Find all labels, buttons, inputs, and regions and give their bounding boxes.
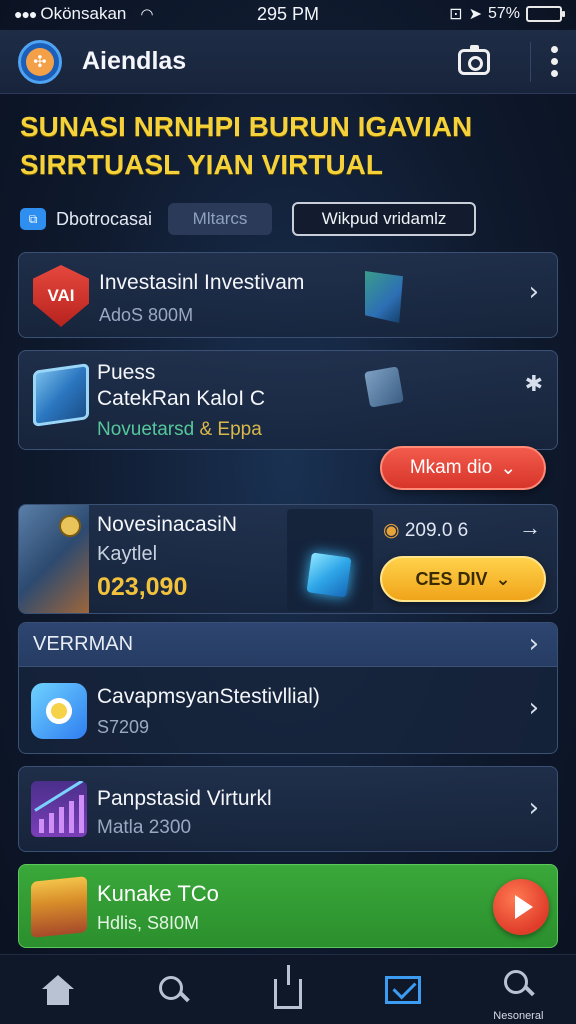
offer-amount: ◉ 209.0 6 xyxy=(383,519,468,542)
button-label: CES DIV xyxy=(415,568,488,589)
flag-icon xyxy=(365,271,403,323)
logo-icon: ✣ xyxy=(26,47,54,76)
card-subtitle: CatekRan KaloI C xyxy=(97,387,266,410)
headline-line-2: SIRRTUASL YIAN VIRTUAL xyxy=(20,149,383,180)
item-subtitle: S7209 xyxy=(97,717,150,737)
tab-share[interactable] xyxy=(248,958,328,1022)
search-icon xyxy=(504,969,532,998)
message-icon xyxy=(385,975,422,1004)
filter-chip-selected[interactable]: Wikpud vridamlz xyxy=(292,202,477,236)
chevron-down-icon: ⌄ xyxy=(495,568,511,589)
coin-glyph: ◉ xyxy=(383,520,405,541)
search-icon xyxy=(158,975,187,1004)
card-title: Kunake TCo xyxy=(97,881,219,906)
card-tagline: Novuetarsd & Eppa xyxy=(97,419,262,441)
card-value: 023,090 xyxy=(97,573,188,601)
tab-label: Nesoneral xyxy=(493,1009,544,1022)
amount-value: 209.0 6 xyxy=(404,520,469,541)
card-subtitle: AdoS 800M xyxy=(99,305,194,325)
card-title: Puess xyxy=(97,361,156,384)
offer-thumbnail xyxy=(19,505,89,613)
filter-chip[interactable]: Mltarcs xyxy=(168,203,273,235)
card-tag: Novuetarsd xyxy=(97,419,195,440)
tab-bar: Nesoneral xyxy=(0,954,576,1024)
section-header[interactable]: VERRMAN › xyxy=(19,623,557,667)
headline-line-1: SUNASI NRNHPI BURUN IGAVIAN xyxy=(20,111,473,142)
cube-icon xyxy=(306,552,352,598)
promo-card[interactable]: Kunake TCo Hdlis, S8I0M xyxy=(18,864,558,948)
chevron-right-icon[interactable]: › xyxy=(529,277,539,307)
tab-messages[interactable] xyxy=(363,958,443,1022)
box-icon xyxy=(33,363,89,427)
play-icon[interactable] xyxy=(493,879,549,935)
location-icon: ➤ xyxy=(468,6,482,23)
carrier-name: Okönsakan xyxy=(40,4,127,23)
section-card: VERRMAN › CavapmsyanStestivllial) S7209 … xyxy=(18,622,558,754)
signal-icon: ●●● xyxy=(14,6,37,22)
tab-search[interactable] xyxy=(133,958,213,1022)
battery-icon xyxy=(526,6,565,22)
home-icon xyxy=(41,974,74,1005)
card-subtitle: Hdlis, S8I0M xyxy=(97,913,200,933)
card-title: Panpstasid Virturkl xyxy=(97,787,272,810)
chart-icon xyxy=(31,781,87,837)
action-button-yellow[interactable]: CES DIV ⌄ xyxy=(380,556,546,602)
tab-home[interactable] xyxy=(18,958,98,1022)
arrow-right-icon[interactable]: → xyxy=(519,515,541,541)
flower-app-icon xyxy=(31,683,87,739)
carrier: ●●● Okönsakan ◠ xyxy=(14,4,153,24)
chevron-right-icon[interactable]: › xyxy=(529,629,539,659)
card-title: Investasinl Investivam xyxy=(99,271,305,294)
divider xyxy=(530,41,531,82)
catalog-card[interactable]: Puess CatekRan KaloI C Novuetarsd & Eppa… xyxy=(18,350,558,450)
chevron-right-icon[interactable]: › xyxy=(529,793,539,823)
share-icon xyxy=(273,964,302,1009)
filter-icon[interactable]: ⧉ xyxy=(20,208,46,230)
card-subtitle: Kaytlel xyxy=(97,543,158,565)
gem-icon xyxy=(364,366,404,408)
stack-icon xyxy=(31,876,87,938)
card-title: NovesinacasiN xyxy=(97,513,238,536)
shield-icon: VAI xyxy=(33,265,89,327)
section-title: VERRMAN xyxy=(33,633,134,655)
card-subtitle: Matla 2300 xyxy=(97,817,192,838)
list-item[interactable]: CavapmsyanStestivllial) S7209 › xyxy=(19,667,557,753)
action-button-red[interactable]: Mkam dio ⌄ xyxy=(380,446,546,490)
item-title: CavapmsyanStestivllial) xyxy=(97,685,320,708)
investment-card[interactable]: VAI Investasinl Investivam AdoS 800M › xyxy=(18,252,558,338)
chevron-right-icon[interactable]: › xyxy=(529,693,539,723)
more-vert-icon[interactable] xyxy=(551,46,558,77)
headline: SUNASI NRNHPI BURUN IGAVIAN SIRRTUASL YI… xyxy=(20,108,560,184)
tab-general[interactable]: Nesoneral xyxy=(478,958,558,1022)
status-right: ⊡ ➤ 57% xyxy=(449,4,565,24)
battery-percent: 57% xyxy=(487,5,520,22)
camera-icon[interactable] xyxy=(458,44,490,75)
coin-icon xyxy=(59,515,81,537)
status-bar: ●●● Okönsakan ◠ 295 PM ⊡ ➤ 57% xyxy=(0,0,576,28)
chevron-down-icon: ⌄ xyxy=(500,457,517,479)
card-tag-suffix: & Eppa xyxy=(194,419,262,440)
button-label: Mkam dio xyxy=(409,457,493,478)
filter-label[interactable]: Dbotrocasai xyxy=(56,209,152,230)
app-logo[interactable]: ✣ xyxy=(18,39,62,84)
app-bar: ✣ Aiendlas xyxy=(0,30,576,94)
close-icon[interactable]: ✱ xyxy=(525,371,543,397)
lock-rotation-icon: ⊡ xyxy=(449,6,463,23)
filter-bar: ⧉ Dbotrocasai Mltarcs Wikpud vridamlz xyxy=(20,202,477,236)
wifi-icon: ◠ xyxy=(140,6,154,23)
virtual-card[interactable]: Panpstasid Virturkl Matla 2300 › xyxy=(18,766,558,852)
app-title: Aiendlas xyxy=(82,47,187,75)
